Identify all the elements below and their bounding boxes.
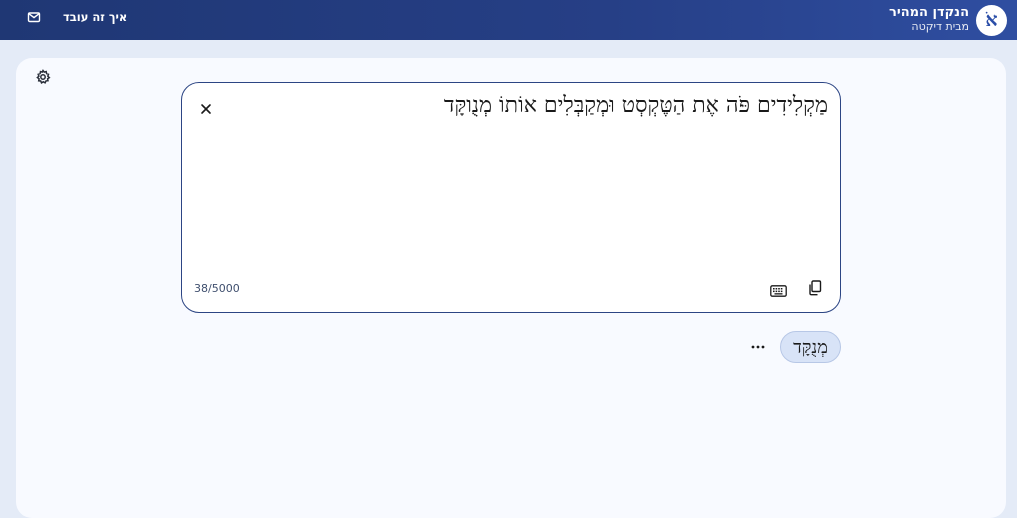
how-it-works-link[interactable]: איך זה עובד [63,10,127,24]
word-suggestion-chip[interactable]: מְנֻקָּד [780,331,841,363]
close-icon[interactable] [200,100,212,114]
gear-icon[interactable] [35,69,51,85]
char-counter: 38/5000 [194,282,240,295]
top-bar: אֹ הנקדן המהיר מבית דיקטה איך זה עובד [0,0,1017,40]
app-title: הנקדן המהיר [889,5,969,21]
more-dots-icon[interactable] [750,339,766,355]
text-editor[interactable]: מַקְלִידִים פֹּה אֶת הַטֶּקְסְט וּמְקַבְ… [181,82,841,313]
keyboard-icon[interactable] [770,282,787,297]
top-nav: איך זה עובד [27,10,127,24]
editor-textarea[interactable]: מַקְלִידִים פֹּה אֶת הַטֶּקְסְט וּמְקַבְ… [228,92,828,118]
logo: אֹ [976,4,1007,36]
copy-icon[interactable] [808,280,822,296]
app-subtitle: מבית דיקטה [911,20,969,34]
brand-text: הנקדן המהיר מבית דיקטה [889,5,969,34]
mail-icon[interactable] [27,10,41,24]
main-card: מַקְלִידִים פֹּה אֶת הַטֶּקְסְט וּמְקַבְ… [16,58,1006,518]
brand[interactable]: אֹ הנקדן המהיר מבית דיקטה [889,4,1007,36]
